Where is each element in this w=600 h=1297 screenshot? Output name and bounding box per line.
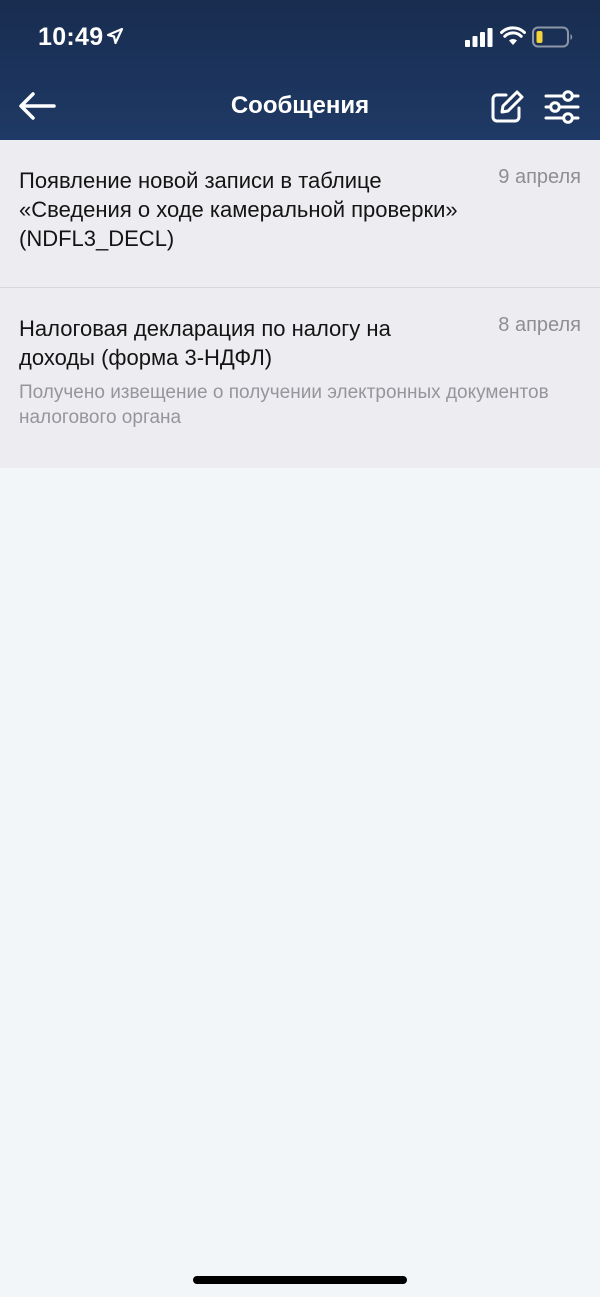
message-date: 9 апреля [498,166,581,188]
location-arrow-icon [106,27,124,45]
messages-screen: 10:49 Сообщения Появление новой записи в… [0,0,600,1297]
compose-icon [491,90,524,123]
wifi-icon [500,26,526,45]
back-button[interactable] [12,84,62,128]
message-title: Появление новой записи в таблице «Сведен… [19,168,458,251]
filter-sliders-icon [544,90,580,124]
top-area: 10:49 Сообщения [0,0,600,140]
message-item[interactable]: Налоговая декларация по налогу на доходы… [0,288,600,468]
message-item[interactable]: Появление новой записи в таблице «Сведен… [0,140,600,288]
battery-low-icon [532,26,573,48]
status-time: 10:49 [38,23,104,51]
navigation-bar: Сообщения [0,74,600,140]
filter-button[interactable] [540,86,584,128]
message-list: Появление новой записи в таблице «Сведен… [0,140,600,468]
back-arrow-icon [19,92,56,120]
home-indicator[interactable] [193,1276,407,1284]
status-bar: 10:49 [0,0,600,74]
compose-button[interactable] [486,86,528,128]
message-preview: Получено извещение о получении электронн… [19,382,549,428]
message-title: Налоговая декларация по налогу на доходы… [19,316,391,370]
cellular-signal-icon [465,28,493,47]
page-title: Сообщения [230,92,370,119]
message-date: 8 апреля [498,314,581,336]
